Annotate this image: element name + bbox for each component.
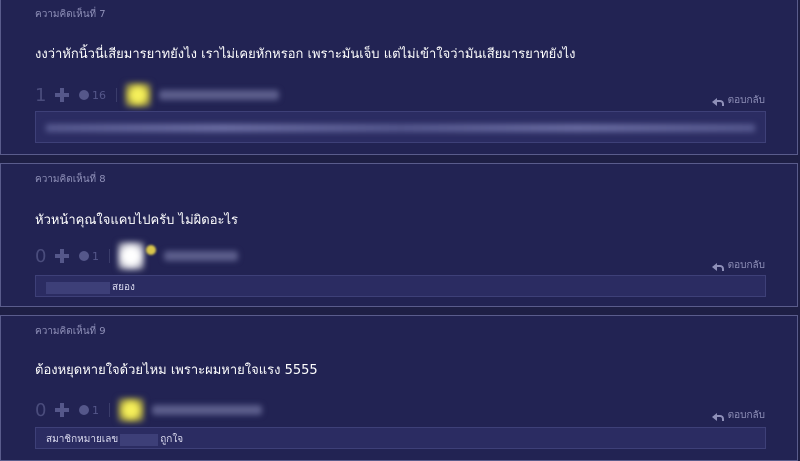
member-info-prefix: สมาชิกหมายเลข — [46, 434, 119, 445]
reply-label: ตอบกลับ — [727, 95, 765, 106]
emotion-count: 16 — [92, 88, 106, 102]
plus-icon[interactable] — [55, 88, 69, 102]
member-name-redacted[interactable] — [164, 251, 238, 261]
emotion-icon[interactable] — [79, 251, 89, 261]
comment-number: ความคิดเห็นที่ 7 — [35, 9, 106, 20]
member-name-redacted[interactable] — [159, 90, 279, 100]
divider — [116, 88, 117, 102]
vote-count: 0 — [35, 399, 47, 421]
plus-icon[interactable] — [55, 249, 69, 263]
reply-icon — [711, 262, 724, 271]
reply-icon — [711, 97, 724, 106]
member-number-redacted — [120, 433, 159, 446]
emotion-icon[interactable] — [79, 90, 89, 100]
comment-actions: 0 1 — [35, 242, 238, 270]
comment-text: งงว่าหักนิ้วนี่เสียมารยาทยังไง เราไม่เคย… — [35, 47, 576, 62]
member-name-redacted[interactable] — [152, 405, 262, 415]
comment-card: ความคิดเห็นที่ 9 ต้องหยุดหายใจด้วยไหม เพ… — [0, 315, 798, 461]
member-info-redacted — [46, 124, 755, 132]
avatar[interactable] — [118, 242, 144, 270]
comment-card: ความคิดเห็นที่ 8 หัวหน้าคุณใจแคบไปครับ ไ… — [0, 163, 798, 307]
reply-button[interactable]: ตอบกลับ — [711, 93, 765, 108]
divider — [109, 403, 110, 417]
emotion-icon[interactable] — [79, 405, 89, 415]
member-info-bar — [35, 111, 766, 143]
comment-number: ความคิดเห็นที่ 9 — [35, 326, 106, 337]
vote-count: 1 — [35, 84, 47, 106]
emotion-count: 1 — [92, 249, 99, 263]
member-info-text: ถูกใจ — [160, 434, 184, 445]
avatar[interactable] — [118, 398, 144, 422]
avatar[interactable] — [125, 83, 151, 107]
divider — [109, 249, 110, 263]
comment-actions: 1 16 — [35, 83, 279, 107]
reply-button[interactable]: ตอบกลับ — [711, 258, 765, 273]
reply-icon — [711, 412, 724, 421]
badge-icon — [146, 245, 156, 255]
member-info-text: สยอง — [112, 282, 135, 293]
vote-count: 0 — [35, 245, 47, 267]
member-name-redacted — [46, 281, 110, 294]
comment-text: หัวหน้าคุณใจแคบไปครับ ไม่ผิดอะไร — [35, 213, 239, 228]
comment-actions: 0 1 — [35, 398, 262, 422]
reply-label: ตอบกลับ — [727, 260, 765, 271]
emotion-count: 1 — [92, 403, 99, 417]
comment-card: ความคิดเห็นที่ 7 งงว่าหักนิ้วนี่เสียมารย… — [0, 0, 798, 155]
member-info-bar: สยอง — [35, 275, 766, 297]
reply-button[interactable]: ตอบกลับ — [711, 408, 765, 423]
comment-text: ต้องหยุดหายใจด้วยไหม เพราะผมหายใจแรง 555… — [35, 363, 318, 378]
comment-number: ความคิดเห็นที่ 8 — [35, 174, 106, 185]
plus-icon[interactable] — [55, 403, 69, 417]
member-info-bar: สมาชิกหมายเลข ถูกใจ — [35, 427, 766, 449]
reply-label: ตอบกลับ — [727, 410, 765, 421]
